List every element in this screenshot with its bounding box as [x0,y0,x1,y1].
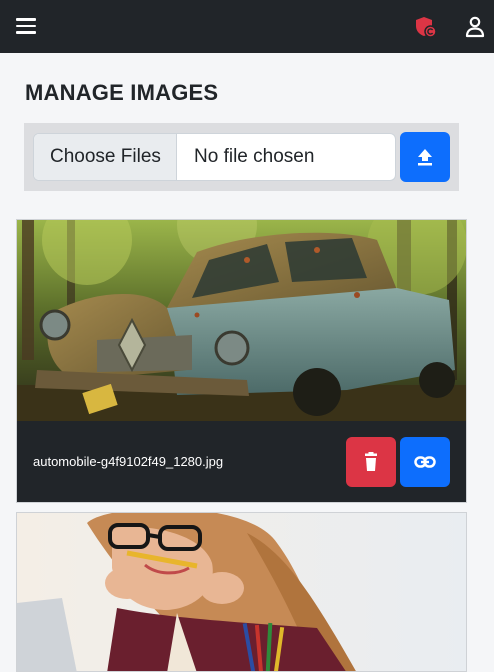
delete-button[interactable] [346,437,396,487]
upload-icon [418,149,432,166]
image-card: automobile-g4f9102f49_1280.jpg [16,219,467,503]
image-card [16,512,467,672]
page-title: MANAGE IMAGES [25,80,219,105]
top-navbar [0,0,494,53]
image-filename: automobile-g4f9102f49_1280.jpg [33,454,224,469]
file-status-text: No file chosen [194,146,315,167]
file-input[interactable]: Choose Files No file chosen [33,133,396,181]
image-card-footer: automobile-g4f9102f49_1280.jpg [17,421,466,502]
user-icon[interactable] [465,16,485,38]
copy-link-button[interactable] [400,437,450,487]
upload-button[interactable] [400,132,450,182]
link-icon [414,456,436,468]
woman-image[interactable] [17,513,466,672]
trash-icon [365,452,377,471]
shield-icon[interactable] [415,16,437,38]
upload-bar: Choose Files No file chosen [24,123,459,191]
car-image[interactable] [17,220,466,421]
hamburger-menu-icon[interactable] [16,18,36,34]
choose-files-button[interactable]: Choose Files [34,134,177,180]
